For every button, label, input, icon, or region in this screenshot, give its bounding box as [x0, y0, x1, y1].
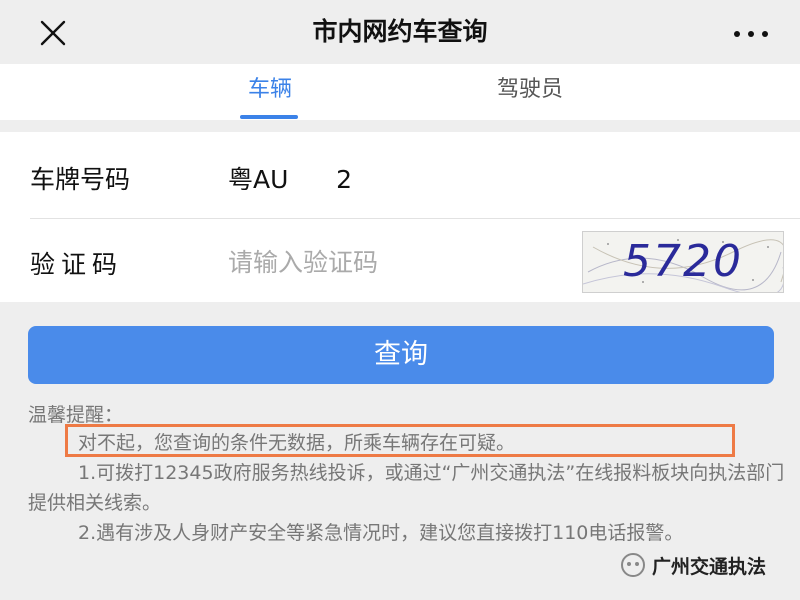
notice-title: 温馨提醒： [28, 404, 124, 426]
wechat-official-account-icon [621, 553, 645, 577]
captcha-input[interactable] [228, 242, 558, 282]
row-divider [30, 218, 800, 219]
plate-number-label: 车牌号码 [30, 165, 131, 194]
more-icon-dot [748, 31, 754, 37]
no-data-message: 对不起，您查询的条件无数据，所乘车辆存在可疑。 [78, 432, 516, 454]
query-form: 车牌号码 粤AU 2 验证码 5720 [0, 132, 800, 302]
tab-driver[interactable]: 驾驶员 [470, 64, 590, 120]
tab-bar: 车辆 驾驶员 [0, 64, 800, 120]
close-button[interactable] [36, 18, 70, 48]
more-button[interactable] [730, 18, 774, 48]
top-bar: 市内网约车查询 [0, 0, 800, 64]
more-icon-dot [762, 31, 768, 37]
query-button[interactable]: 查询 [28, 326, 774, 384]
more-icon [734, 31, 740, 37]
active-tab-indicator [240, 115, 298, 119]
tab-vehicle[interactable]: 车辆 [210, 64, 330, 120]
emergency-hint: 2.遇有涉及人身财产安全等紧急情况时，建议您直接拨打110电话报警。 [78, 522, 684, 544]
close-icon [40, 20, 66, 46]
captcha-label: 验证码 [30, 250, 124, 279]
captcha-code: 5720 [623, 236, 743, 287]
captcha-image[interactable]: 5720 [582, 231, 784, 293]
page-title: 市内网约车查询 [312, 17, 488, 46]
plate-number-field[interactable]: 粤AU 2 [228, 160, 352, 196]
watermark-text: 广州交通执法 [652, 556, 767, 578]
complaint-hint: 1.可拨打12345政府服务热线投诉，或通过“广州交通执法”在线报料板块向执法部… [28, 462, 785, 514]
